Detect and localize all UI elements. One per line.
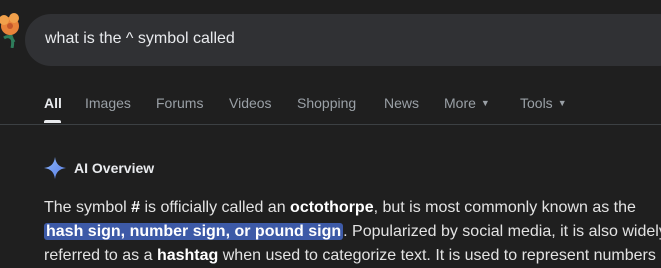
highlighted-text[interactable]: hash sign, number sign, or pound sign [44,223,344,240]
tabs-divider [0,124,661,125]
tab-tools-label: Tools [520,95,553,111]
search-query-text[interactable]: what is the ^ symbol called [45,30,235,48]
chevron-down-icon: ▼ [557,98,567,108]
text-segment: The symbol [44,199,132,216]
chevron-down-icon: ▼ [480,98,490,108]
ai-overview-line-3: referred to as a hashtag when used to ca… [44,244,661,268]
tab-images[interactable]: Images [85,95,131,111]
search-tabs: All Images Forums Videos Shopping News M… [0,88,661,124]
tab-videos[interactable]: Videos [229,95,272,111]
tab-forums[interactable]: Forums [156,95,203,111]
text-segment: . Popularized by social media, it is als… [343,223,661,240]
text-segment: when used to categorize text. It is used… [218,247,656,264]
bold-term: hashtag [156,247,219,264]
ai-overview-line-1: The symbol # is officially called an oct… [44,196,661,220]
bold-term: # [131,199,141,216]
bold-term: octothorpe [290,199,374,216]
text-segment: is officially called an [140,199,291,216]
tab-more-label: More [444,95,476,111]
ai-overview-line-2: hash sign, number sign, or pound sign. P… [44,220,661,244]
tab-tools[interactable]: Tools ▼ [520,95,567,111]
tab-shopping[interactable]: Shopping [297,95,356,111]
active-tab-indicator [44,120,61,123]
tab-all[interactable]: All [44,95,62,111]
ai-overview-text: The symbol # is officially called an oct… [44,196,661,268]
sparkle-icon [44,157,66,179]
text-segment: referred to as a [44,247,157,264]
text-segment: , but is most commonly known as the [373,199,636,216]
tab-news[interactable]: News [384,95,419,111]
ai-overview-title: AI Overview [74,160,155,176]
tab-more[interactable]: More ▼ [444,95,490,111]
